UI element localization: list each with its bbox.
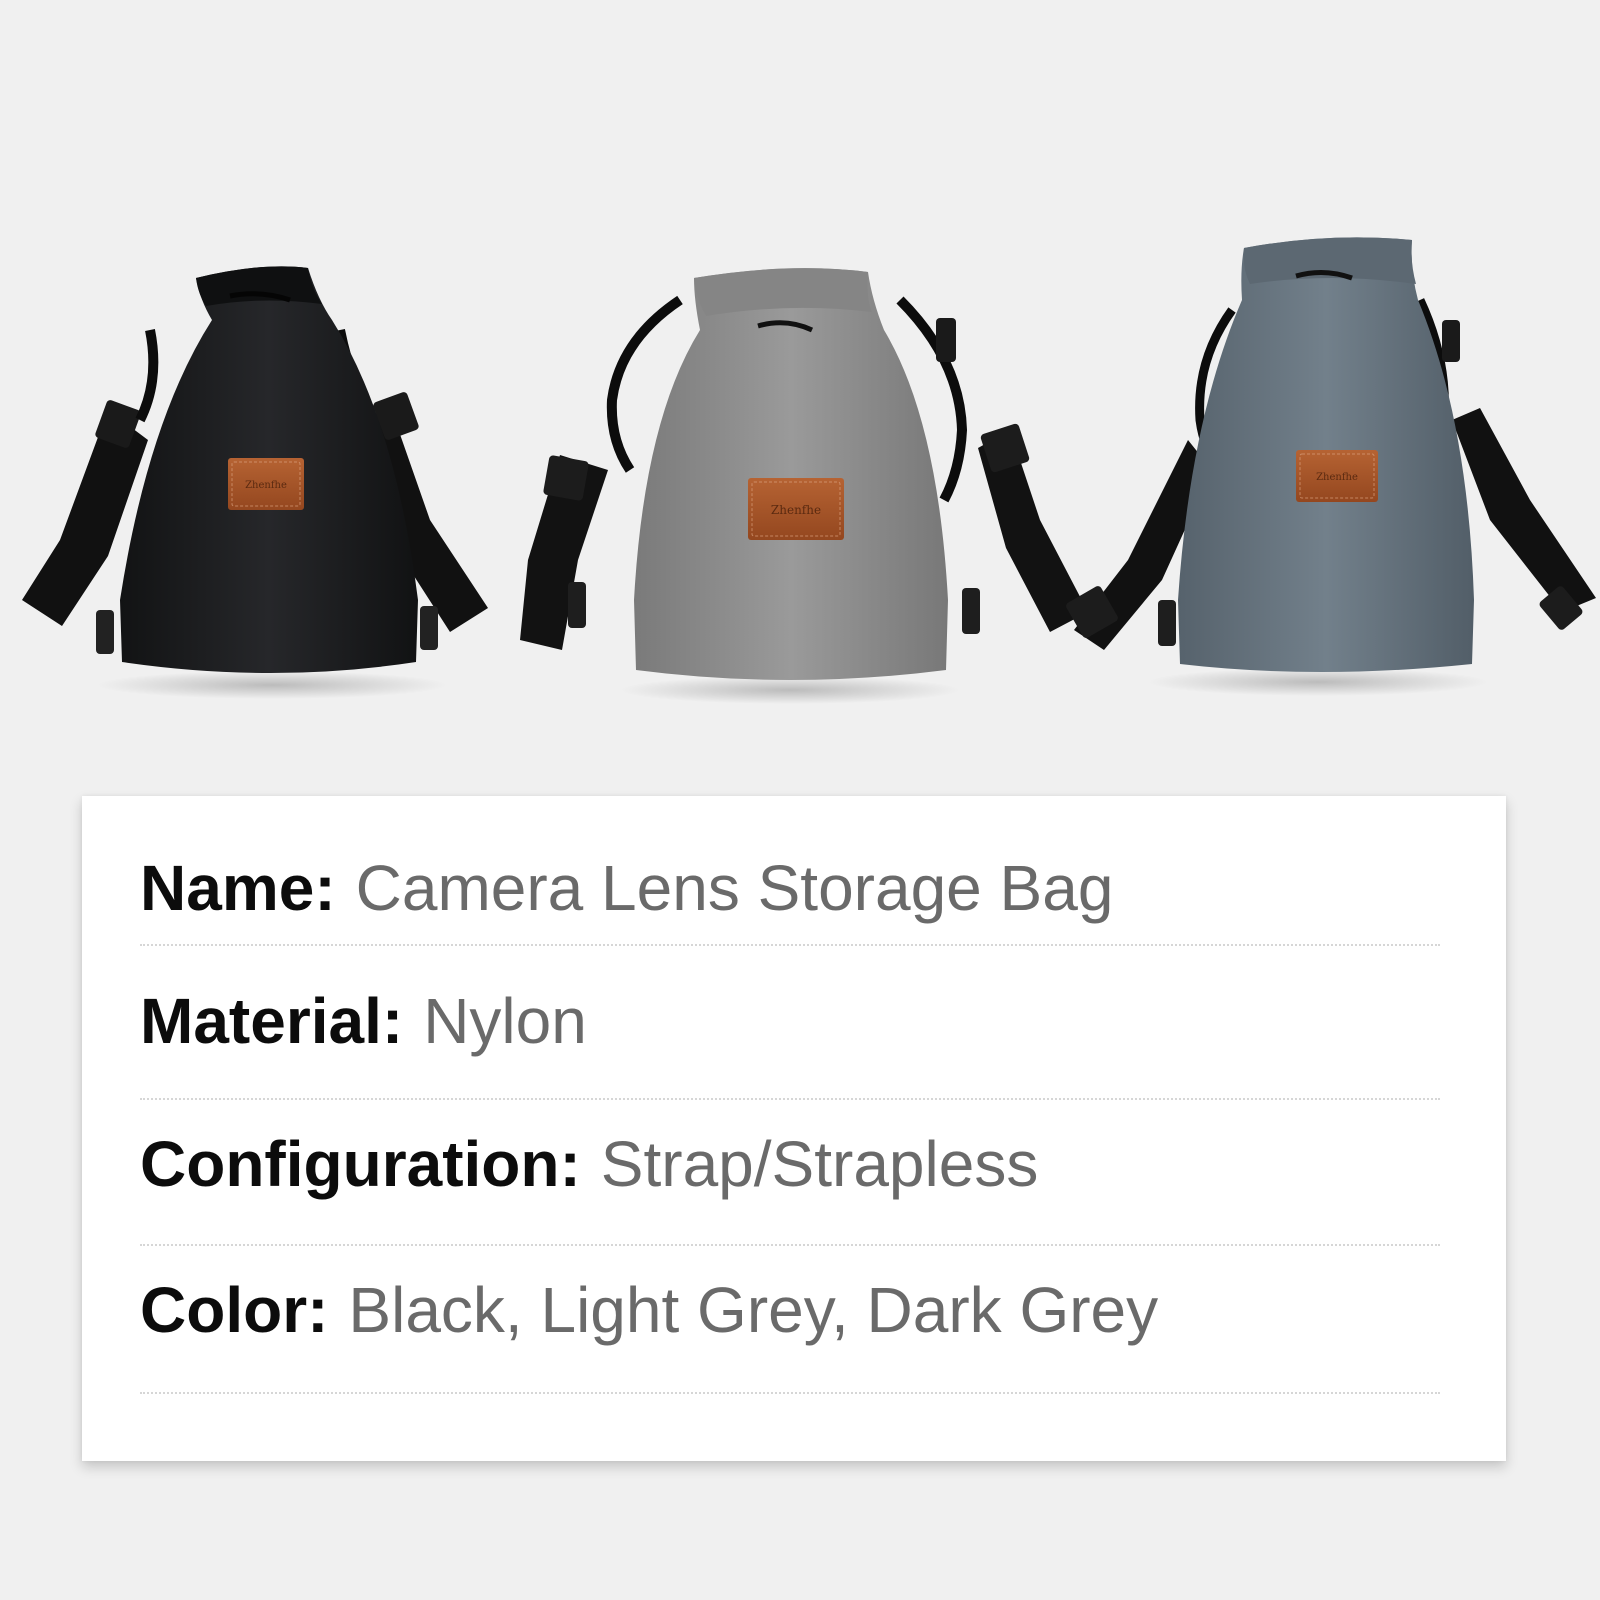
spec-value: Nylon [423,985,587,1057]
spec-label: Configuration: [140,1128,581,1200]
product-photo: Zhenfhe Zhenfhe Zhenfhe [22,237,1596,704]
spec-divider [140,944,1440,946]
spec-divider [140,1244,1440,1246]
black-bag: Zhenfhe [22,266,488,699]
spec-divider [140,1098,1440,1100]
spec-row-configuration: Configuration: Strap/Strapless [140,1124,1440,1204]
spec-label: Name: [140,852,336,924]
light-grey-bag: Zhenfhe [520,268,1088,704]
spec-card: Name: Camera Lens Storage Bag Material: … [82,796,1506,1461]
spec-value: Camera Lens Storage Bag [355,852,1114,924]
brand-patch-text: Zhenfhe [245,480,287,491]
spec-row-name: Name: Camera Lens Storage Bag [140,848,1440,928]
spec-divider [140,1392,1440,1394]
brand-patch-text: Zhenfhe [771,503,821,517]
spec-label: Color: [140,1274,329,1346]
dark-grey-bag: Zhenfhe [1066,237,1596,696]
spec-value: Black, Light Grey, Dark Grey [348,1274,1159,1346]
spec-row-material: Material: Nylon [140,981,1440,1061]
spec-value: Strap/Strapless [600,1128,1039,1200]
brand-patch-text: Zhenfhe [1316,472,1358,483]
spec-label: Material: [140,985,404,1057]
product-photo-strip: Zhenfhe Zhenfhe Zhenfhe [0,0,1600,760]
spec-row-color: Color: Black, Light Grey, Dark Grey [140,1270,1440,1350]
